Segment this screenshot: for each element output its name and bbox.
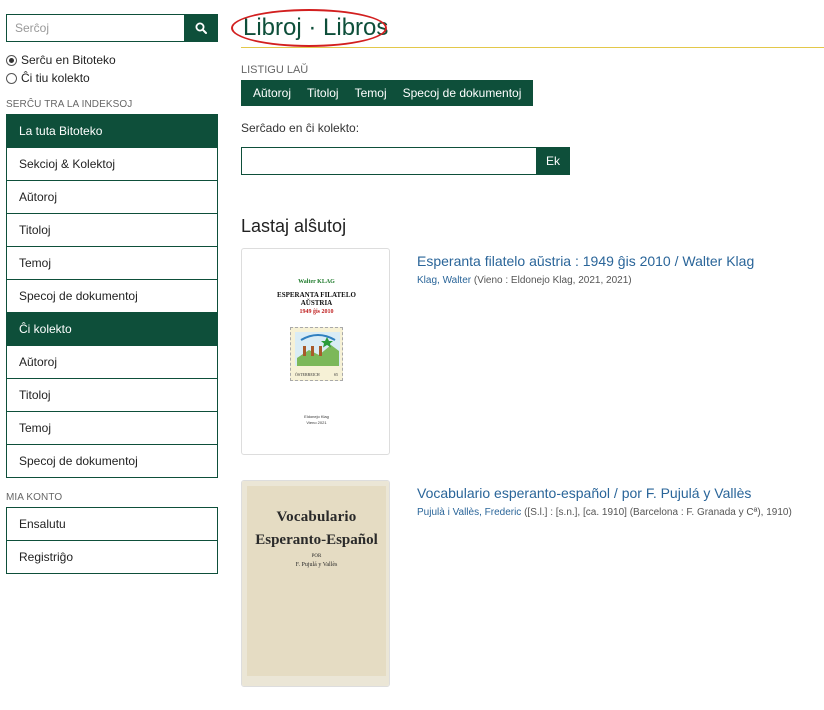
account-nav: Ensalutu Registriĝo	[6, 507, 218, 574]
stamp-country: ÖSTERREICH	[295, 372, 320, 377]
page-header: Libroj · Libros	[231, 9, 824, 48]
item-meta: Klag, Walter (Vieno : Eldonejo Klag, 202…	[417, 275, 632, 286]
search-bar	[6, 14, 218, 42]
collection-search-input[interactable]	[241, 147, 536, 175]
nav-item-authors[interactable]: Aŭtoroj	[7, 181, 217, 214]
nav-item-document-types[interactable]: Specoj de dokumentoj	[7, 280, 217, 313]
collection-search-label: Serĉado en ĉi kolekto:	[241, 121, 360, 135]
cover-publisher: Eldonejo Klag Vieno 2021	[247, 414, 386, 426]
cover-author: F. Pujulá y Vallès	[295, 562, 338, 568]
cover-image: Walter KLAG ESPERANTA FILATELO AŬSTRIA 1…	[247, 254, 386, 450]
cover-author: Walter KLAG	[298, 279, 335, 285]
recent-uploads-heading: Lastaj alŝutoj	[241, 216, 347, 236]
cover-image: Vocabulario Esperanto-Español POR F. Puj…	[242, 481, 389, 686]
scope-option-bitoteko[interactable]: Serĉu en Bitoteko	[6, 52, 218, 68]
nav-item-titles[interactable]: Titoloj	[7, 214, 217, 247]
cover-title-line: Esperanto-Español	[255, 532, 378, 548]
cover-title-line: Vocabulario	[276, 509, 357, 525]
collection-search: Ek	[241, 147, 824, 175]
book-cover-thumbnail[interactable]: Walter KLAG ESPERANTA FILATELO AŬSTRIA 1…	[241, 248, 390, 455]
nav-item-this-collection[interactable]: Ĉi kolekto	[7, 313, 217, 346]
item-title-link[interactable]: Esperanta filatelo aŭstria : 1949 ĝis 20…	[417, 253, 754, 269]
item-author-link[interactable]: Klag, Walter	[417, 275, 471, 286]
browse-titles[interactable]: Titoloj	[299, 80, 347, 106]
login-link[interactable]: Ensalutu	[7, 508, 217, 541]
browse-subjects[interactable]: Temoj	[347, 80, 395, 106]
nav-item-sections-collections[interactable]: Sekcioj & Kolektoj	[7, 148, 217, 181]
nav-item-collection-document-types[interactable]: Specoj de dokumentoj	[7, 445, 217, 478]
item-author-link[interactable]: Pujulà i Vallès, Frederic	[417, 507, 521, 518]
cover-por: POR	[311, 554, 322, 559]
index-nav: La tuta Bitoteko Sekcioj & Kolektoj Aŭto…	[6, 114, 218, 478]
book-cover-thumbnail[interactable]: Vocabulario Esperanto-Español POR F. Puj…	[241, 480, 390, 687]
nav-item-collection-authors[interactable]: Aŭtoroj	[7, 346, 217, 379]
radio-button[interactable]	[6, 72, 17, 84]
nav-item-collection-titles[interactable]: Titoloj	[7, 379, 217, 412]
nav-item-subjects[interactable]: Temoj	[7, 247, 217, 280]
cover-publisher-line: Vieno 2021	[306, 420, 327, 425]
nav-item-all-bitoteko[interactable]: La tuta Bitoteko	[7, 115, 217, 148]
item-publication: (Vieno : Eldonejo Klag, 2021, 2021)	[471, 275, 632, 286]
browse-document-types[interactable]: Specoj de dokumentoj	[395, 80, 530, 106]
cover-title-line: ESPERANTA FILATELO	[277, 291, 356, 299]
scope-label: Ĉi tiu kolekto	[21, 71, 90, 85]
item-publication: ([S.l.] : [s.n.], [ca. 1910] (Barcelona …	[521, 507, 792, 518]
sidebar: Serĉu en Bitoteko Ĉi tiu kolekto SERĈU T…	[6, 14, 218, 574]
page-title: Libroj · Libros	[243, 14, 389, 41]
cover-title: ESPERANTA FILATELO AŬSTRIA	[247, 291, 386, 307]
radio-button[interactable]	[6, 54, 17, 66]
stamp-value: S5	[333, 372, 338, 377]
browse-heading: LISTIGU LAŬ	[241, 64, 309, 76]
item-title-link[interactable]: Vocabulario esperanto-español / por F. P…	[417, 485, 751, 501]
account-heading: MIA KONTO	[6, 492, 63, 503]
stamp-image: ÖSTERREICH S5	[290, 327, 343, 381]
list-item: Vocabulario Esperanto-Español POR F. Puj…	[241, 480, 824, 710]
scope-option-collection[interactable]: Ĉi tiu kolekto	[6, 70, 218, 86]
cover-title-line: AŬSTRIA	[300, 299, 333, 307]
list-item: Walter KLAG ESPERANTA FILATELO AŬSTRIA 1…	[241, 248, 824, 478]
main-content: Libroj · Libros LISTIGU LAŬ Aŭtoroj Tito…	[231, 9, 824, 710]
item-meta: Pujulà i Vallès, Frederic ([S.l.] : [s.n…	[417, 507, 792, 518]
browse-authors[interactable]: Aŭtoroj	[245, 80, 299, 106]
search-icon	[195, 22, 207, 34]
collection-search-button[interactable]: Ek	[536, 147, 570, 175]
browse-bar: Aŭtoroj Titoloj Temoj Specoj de dokument…	[241, 80, 534, 106]
register-link[interactable]: Registriĝo	[7, 541, 217, 574]
nav-item-collection-subjects[interactable]: Temoj	[7, 412, 217, 445]
scope-label: Serĉu en Bitoteko	[21, 53, 116, 67]
search-button[interactable]	[184, 14, 218, 42]
index-heading: SERĈU TRA LA INDEKSOJ	[6, 99, 133, 110]
stamp-illustration	[295, 332, 340, 366]
search-input[interactable]	[6, 14, 184, 42]
cover-years: 1949 ĝis 2010	[299, 309, 334, 315]
